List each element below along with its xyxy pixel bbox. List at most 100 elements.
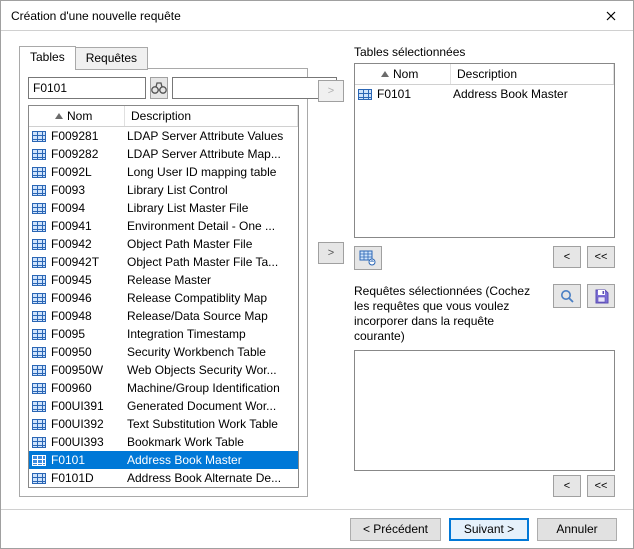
search-row <box>28 77 299 99</box>
table-row[interactable]: F0101Address Book Master <box>355 85 614 103</box>
previous-button[interactable]: < Précédent <box>350 518 441 541</box>
sel-col-icon[interactable] <box>355 64 375 84</box>
add-button-top[interactable]: > <box>318 80 344 102</box>
table-row[interactable]: F00950Security Workbench Table <box>29 343 298 361</box>
dialog-window: Création d'une nouvelle requête Tables R… <box>0 0 634 549</box>
selected-tables-label: Tables sélectionnées <box>354 45 615 59</box>
content-area: Tables Requêtes <box>1 31 633 509</box>
filter-input[interactable] <box>172 77 337 99</box>
table-row[interactable]: F0101Address Book Master <box>29 451 298 469</box>
row-description: Object Path Master File Ta... <box>125 255 298 269</box>
table-body[interactable]: F009281LDAP Server Attribute ValuesF0092… <box>29 127 298 487</box>
sort-asc-icon <box>55 113 63 119</box>
row-name: F00UI393 <box>49 435 125 449</box>
row-name: F0093 <box>49 183 125 197</box>
cancel-button[interactable]: Annuler <box>537 518 617 541</box>
row-name: F00942 <box>49 237 125 251</box>
window-title: Création d'une nouvelle requête <box>11 9 181 23</box>
available-tables-list: Nom Description F009281LDAP Server Attri… <box>28 105 299 488</box>
row-name: F00942T <box>49 255 125 269</box>
table-row[interactable]: F00942Object Path Master File <box>29 235 298 253</box>
table-row[interactable]: F00941Environment Detail - One ... <box>29 217 298 235</box>
table-link-button[interactable] <box>354 246 382 270</box>
row-name: F00946 <box>49 291 125 305</box>
tab-queries[interactable]: Requêtes <box>75 47 148 70</box>
row-description: Library List Control <box>125 183 298 197</box>
left-column: Tables Requêtes <box>19 45 308 497</box>
tabstrip: Tables Requêtes <box>19 46 308 69</box>
remove-all-button[interactable]: << <box>587 246 615 268</box>
sel-col-description[interactable]: Description <box>451 64 614 84</box>
magnifier-icon <box>559 288 575 304</box>
save-button[interactable] <box>587 284 615 308</box>
table-row[interactable]: F0093Library List Control <box>29 181 298 199</box>
table-row[interactable]: F0094Library List Master File <box>29 199 298 217</box>
table-row[interactable]: F00942TObject Path Master File Ta... <box>29 253 298 271</box>
table-link-icon <box>359 250 377 266</box>
table-icon <box>29 275 49 286</box>
row-name: F0095 <box>49 327 125 341</box>
binoculars-icon <box>151 81 167 95</box>
row-description: Release/Data Source Map <box>125 309 298 323</box>
table-icon <box>29 455 49 466</box>
table-header: Nom Description <box>29 106 298 127</box>
row-name: F00UI392 <box>49 417 125 431</box>
row-description: Address Book Master <box>451 87 614 101</box>
tab-panel-tables: Nom Description F009281LDAP Server Attri… <box>19 68 308 497</box>
table-icon <box>29 203 49 214</box>
table-icon <box>29 347 49 358</box>
row-description: Long User ID mapping table <box>125 165 298 179</box>
table-row[interactable]: F00950WWeb Objects Security Wor... <box>29 361 298 379</box>
table-row[interactable]: F0101DAddress Book Alternate De... <box>29 469 298 487</box>
search-input[interactable] <box>28 77 146 99</box>
row-name: F0092L <box>49 165 125 179</box>
table-row[interactable]: F00UI393Bookmark Work Table <box>29 433 298 451</box>
col-icon[interactable] <box>29 106 49 126</box>
next-button[interactable]: Suivant > <box>449 518 529 541</box>
row-name: F00950W <box>49 363 125 377</box>
row-name: F00960 <box>49 381 125 395</box>
row-description: Release Master <box>125 273 298 287</box>
table-row[interactable]: F00960Machine/Group Identification <box>29 379 298 397</box>
table-icon <box>29 401 49 412</box>
table-icon <box>29 383 49 394</box>
selected-tables-header: Nom Description <box>355 64 614 85</box>
middle-column: > > <box>318 45 344 497</box>
right-column: Tables sélectionnées Nom Description F01… <box>354 45 615 497</box>
query-remove-button[interactable]: < <box>553 475 581 497</box>
table-icon <box>29 149 49 160</box>
sel-col-name[interactable]: Nom <box>375 64 451 84</box>
col-description[interactable]: Description <box>125 106 298 126</box>
close-button[interactable] <box>589 1 633 31</box>
row-description: Machine/Group Identification <box>125 381 298 395</box>
preview-button[interactable] <box>553 284 581 308</box>
selected-queries-label: Requêtes sélectionnées (Cochez les requê… <box>354 284 547 344</box>
row-name: F0094 <box>49 201 125 215</box>
query-remove-all-button[interactable]: << <box>587 475 615 497</box>
table-row[interactable]: F009282LDAP Server Attribute Map... <box>29 145 298 163</box>
table-row[interactable]: F00945Release Master <box>29 271 298 289</box>
row-description: Address Book Master <box>125 453 298 467</box>
close-icon <box>606 11 616 21</box>
table-row[interactable]: F00UI392Text Substitution Work Table <box>29 415 298 433</box>
col-name[interactable]: Nom <box>49 106 125 126</box>
find-button[interactable] <box>150 77 168 99</box>
row-description: Integration Timestamp <box>125 327 298 341</box>
remove-button[interactable]: < <box>553 246 581 268</box>
table-row[interactable]: F00UI391Generated Document Wor... <box>29 397 298 415</box>
row-description: LDAP Server Attribute Map... <box>125 147 298 161</box>
table-row[interactable]: F00948Release/Data Source Map <box>29 307 298 325</box>
table-row[interactable]: F0092LLong User ID mapping table <box>29 163 298 181</box>
table-row[interactable]: F00946Release Compatiblity Map <box>29 289 298 307</box>
add-button[interactable]: > <box>318 242 344 264</box>
row-description: Web Objects Security Wor... <box>125 363 298 377</box>
table-row[interactable]: F0095Integration Timestamp <box>29 325 298 343</box>
tab-tables[interactable]: Tables <box>19 46 76 69</box>
selected-queries-list[interactable] <box>354 350 615 471</box>
table-icon <box>29 293 49 304</box>
table-row[interactable]: F009281LDAP Server Attribute Values <box>29 127 298 145</box>
table-icon <box>29 419 49 430</box>
row-description: Address Book Alternate De... <box>125 471 298 485</box>
selected-tables-body[interactable]: F0101Address Book Master <box>355 85 614 237</box>
row-description: Text Substitution Work Table <box>125 417 298 431</box>
